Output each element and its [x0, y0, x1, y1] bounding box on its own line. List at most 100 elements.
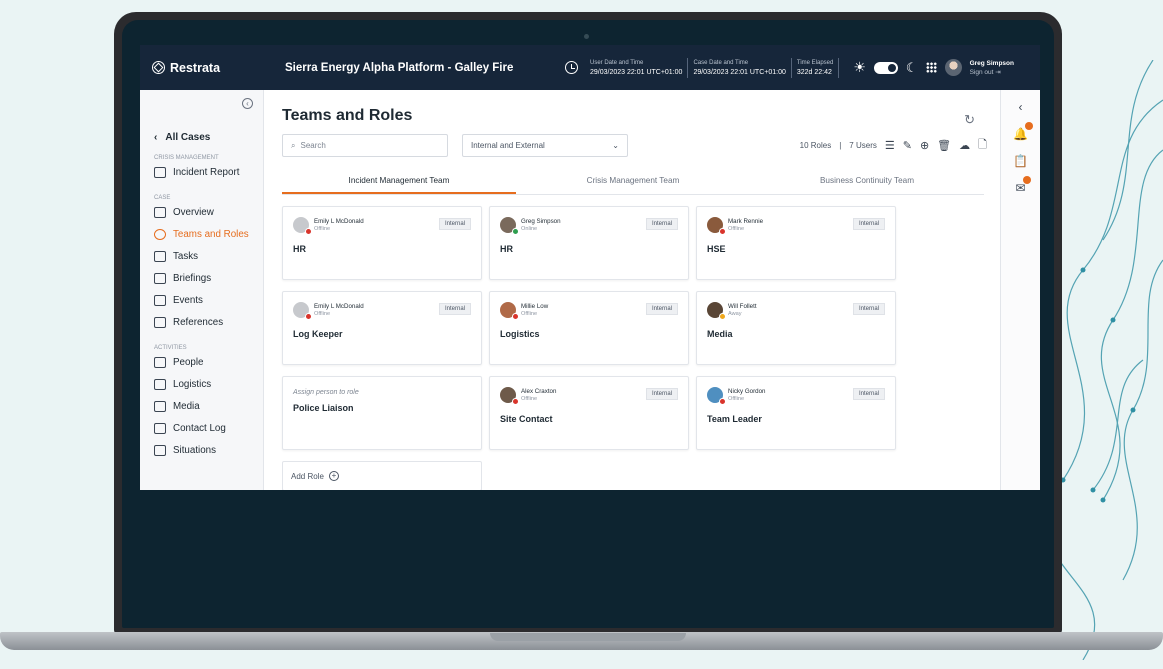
role-name: HR: [293, 244, 306, 254]
delete-icon[interactable]: 🗑: [937, 139, 951, 152]
user-time-label: User Date and Time: [590, 59, 644, 66]
app-grid-icon[interactable]: [925, 62, 937, 73]
document-icon[interactable]: 🗋: [978, 136, 987, 155]
sidebar-item-events[interactable]: Events: [154, 289, 263, 311]
sidebar-item-contact-log[interactable]: Contact Log: [154, 417, 263, 439]
person-info: Emily L McDonald Offline: [314, 218, 364, 233]
role-card[interactable]: Alex Craxton Offline Internal Site Contac…: [489, 376, 689, 450]
sidebar-item-label: Tasks: [173, 250, 199, 262]
team-tabs: Incident Management Team Crisis Manageme…: [282, 168, 984, 195]
person-info: Greg Simpson Online: [521, 218, 561, 233]
team-type-select[interactable]: Internal and External ⌄: [462, 134, 628, 157]
sidebar-item-references[interactable]: References: [154, 311, 263, 333]
person-name: Greg Simpson: [521, 217, 561, 225]
edit-icon[interactable]: ✎: [903, 139, 912, 152]
person-status: Offline: [728, 225, 745, 232]
role-name: Team Leader: [707, 414, 762, 424]
sidebar-item-label: Media: [173, 400, 200, 412]
internal-badge: Internal: [852, 303, 885, 315]
sidebar-item-label: Logistics: [173, 378, 212, 390]
sidebar-item-label: Events: [173, 294, 203, 306]
sidebar-item-logistics[interactable]: Logistics: [154, 373, 263, 395]
sidebar-item-media[interactable]: Media: [154, 395, 263, 417]
list-view-icon[interactable]: ☰: [885, 139, 895, 152]
users-count: 7 Users: [849, 141, 877, 150]
sidebar-item-people[interactable]: People: [154, 351, 263, 373]
sidebar-item-overview[interactable]: Overview: [154, 201, 263, 223]
internal-badge: Internal: [645, 303, 678, 315]
person-status: Offline: [314, 310, 331, 317]
role-card[interactable]: Emily L McDonald Offline Internal Log Kee…: [282, 291, 482, 365]
sidebar-item-teams-and-roles[interactable]: Teams and Roles: [154, 223, 263, 245]
person-status: Offline: [314, 225, 331, 232]
references-icon: [154, 316, 166, 328]
refresh-icon[interactable]: ↻: [964, 112, 975, 128]
role-card-unassigned[interactable]: Assign person to role Police Liaison: [282, 376, 482, 450]
collapse-sidebar-icon[interactable]: ‹: [242, 98, 253, 109]
tab-business-continuity-team[interactable]: Business Continuity Team: [750, 168, 984, 194]
assign-person-prompt[interactable]: Assign person to role: [293, 389, 471, 396]
logistics-icon: [154, 378, 166, 390]
role-card[interactable]: Will Follett Away Internal Media: [696, 291, 896, 365]
person-name: Emily L McDonald: [314, 217, 364, 225]
cloud-download-icon[interactable]: ☁: [959, 139, 970, 152]
away-status-icon: [719, 313, 726, 320]
sidebar-item-label: People: [173, 356, 204, 368]
clock-icon: [565, 61, 578, 74]
person-name: Alex Craxton: [521, 387, 557, 395]
elapsed-time-block: Time Elapsed 322d 22:42: [792, 57, 840, 78]
person-name: Will Follett: [728, 302, 757, 310]
clipboard-icon[interactable]: 📋: [1013, 154, 1028, 168]
app-body: ‹ ‹ All Cases Crisis Management Incident…: [140, 90, 1040, 490]
user-name: Greg Simpson: [969, 59, 1014, 67]
offline-status-icon: [512, 313, 519, 320]
tab-crisis-management-team[interactable]: Crisis Management Team: [516, 168, 750, 194]
sidebar-item-incident-report[interactable]: Incident Report: [154, 161, 263, 183]
team-icon: [154, 228, 166, 240]
offline-status-icon: [305, 313, 312, 320]
roles-count: 10 Roles: [799, 141, 832, 150]
internal-badge: Internal: [438, 303, 471, 315]
add-icon[interactable]: ⊕: [920, 139, 929, 152]
sidebar: ‹ ‹ All Cases Crisis Management Incident…: [140, 90, 264, 490]
app-screen: Restrata Sierra Energy Alpha Platform - …: [140, 45, 1040, 490]
person-name: Millie Low: [521, 302, 549, 310]
case-time-label: Case Date and Time: [693, 59, 749, 66]
messages-icon[interactable]: ✉: [1015, 176, 1031, 195]
role-name: Logistics: [500, 329, 540, 339]
person-info: Millie Low Offline: [521, 303, 548, 318]
tab-incident-management-team[interactable]: Incident Management Team: [282, 168, 516, 194]
user-avatar[interactable]: [944, 59, 962, 76]
person-status: Offline: [728, 395, 745, 402]
offline-status-icon: [512, 398, 519, 405]
role-card[interactable]: Emily L McDonald Offline Internal HR: [282, 206, 482, 280]
notifications-bell-icon[interactable]: 🔔: [1013, 122, 1033, 141]
role-card[interactable]: Mark Rennie Offline Internal HSE: [696, 206, 896, 280]
all-cases-link[interactable]: ‹ All Cases: [154, 132, 263, 143]
person-info: Mark Rennie Offline: [728, 218, 763, 233]
search-placeholder: Search: [300, 141, 326, 150]
role-card[interactable]: Nicky Gordon Offline Internal Team Leader: [696, 376, 896, 450]
person-status: Away: [728, 310, 742, 317]
search-input[interactable]: ⌕ Search: [282, 134, 448, 157]
situations-icon: [154, 444, 166, 456]
avatar: [293, 302, 312, 320]
role-card[interactable]: Millie Low Offline Internal Logistics: [489, 291, 689, 365]
sidebar-item-briefings[interactable]: Briefings: [154, 267, 263, 289]
role-card[interactable]: Greg Simpson Online Internal HR: [489, 206, 689, 280]
add-role-button[interactable]: Add Role +: [282, 461, 482, 490]
sidebar-item-situations[interactable]: Situations: [154, 439, 263, 461]
brand-name: Restrata: [170, 60, 221, 75]
brand[interactable]: Restrata: [152, 61, 285, 75]
case-time-block: Case Date and Time 29/03/2023 22:01 UTC+…: [688, 57, 792, 78]
sidebar-item-label: Incident Report: [173, 166, 240, 178]
theme-toggle[interactable]: [873, 61, 898, 74]
sidebar-item-tasks[interactable]: Tasks: [154, 245, 263, 267]
top-bar: Restrata Sierra Energy Alpha Platform - …: [140, 45, 1040, 90]
sign-out-link[interactable]: Sign out ⇥: [970, 68, 1014, 77]
internal-badge: Internal: [438, 218, 471, 230]
avatar: [707, 387, 726, 405]
message-badge: [1022, 176, 1031, 184]
person-name: Emily L McDonald: [314, 302, 364, 310]
collapse-rail-icon[interactable]: ‹: [1019, 100, 1023, 114]
